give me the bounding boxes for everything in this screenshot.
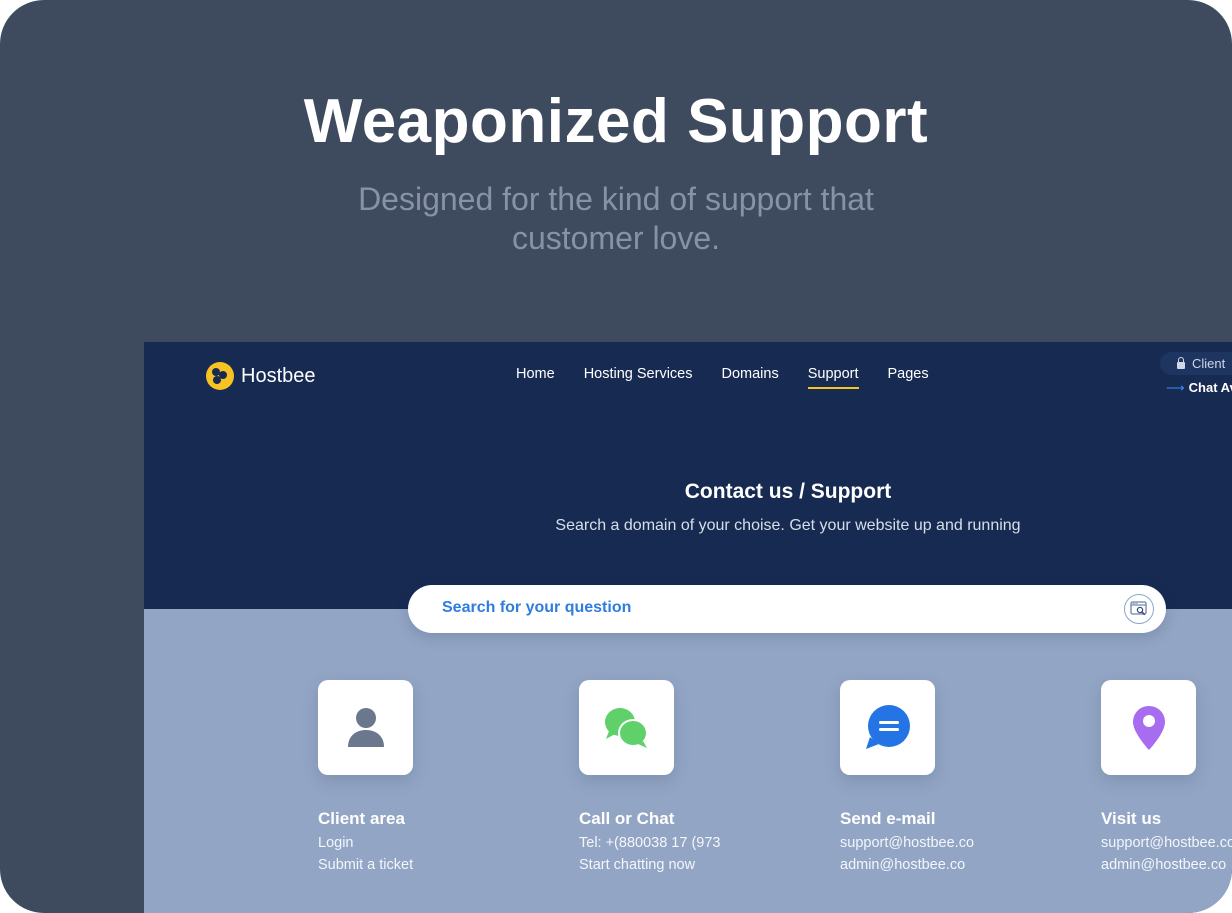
site-header: Hostbee Home Hosting Services Domains Su… xyxy=(144,342,1232,609)
search-browser-icon xyxy=(1130,601,1147,616)
page-subtitle: Search a domain of your choise. Get your… xyxy=(555,517,1021,534)
admin-email-link[interactable]: admin@hostbee.co xyxy=(840,857,974,873)
nav-pages[interactable]: Pages xyxy=(888,366,929,382)
nav-hosting-services[interactable]: Hosting Services xyxy=(584,366,693,382)
card-tile[interactable] xyxy=(1101,680,1196,775)
arrow-right-icon: ⟶ xyxy=(1166,380,1185,395)
location-pin-icon xyxy=(1132,705,1165,750)
search-placeholder: Search for your question xyxy=(442,599,632,616)
card-visit-us[interactable]: Visit us support@hostbee.co admin@hostbe… xyxy=(1101,680,1232,873)
support-email-link[interactable]: support@hostbee.co xyxy=(840,835,974,851)
submit-ticket-link[interactable]: Submit a ticket xyxy=(318,857,413,873)
card-title: Send e-mail xyxy=(840,809,936,828)
client-login-button[interactable]: Client xyxy=(1160,352,1232,375)
client-login-label: Client xyxy=(1192,356,1226,371)
card-title: Visit us xyxy=(1101,809,1162,828)
start-chat-link[interactable]: Start chatting now xyxy=(579,857,720,873)
login-link[interactable]: Login xyxy=(318,835,413,851)
chat-icon xyxy=(604,707,648,748)
card-tile[interactable] xyxy=(840,680,935,775)
card-tile[interactable] xyxy=(318,680,413,775)
card-title: Client area xyxy=(318,809,405,828)
nav-domains[interactable]: Domains xyxy=(721,366,778,382)
promo-frame: Weaponized Support Designed for the kind… xyxy=(0,0,1232,913)
card-client-area[interactable]: Client area Login Submit a ticket xyxy=(318,680,413,873)
lock-icon xyxy=(1177,357,1185,369)
search-input[interactable]: Search for your question xyxy=(408,585,1166,633)
admin-email-link[interactable]: admin@hostbee.co xyxy=(1101,857,1232,873)
nav-home[interactable]: Home xyxy=(516,366,555,382)
email-icon xyxy=(865,704,910,749)
phone-number[interactable]: Tel: +(880038 17 (973 xyxy=(579,835,720,851)
hostbee-logo-icon xyxy=(206,362,234,390)
main-nav: Home Hosting Services Domains Support Pa… xyxy=(516,366,958,389)
brand-logo[interactable]: Hostbee xyxy=(206,361,316,391)
card-send-email[interactable]: Send e-mail support@hostbee.co admin@hos… xyxy=(840,680,974,873)
nav-support[interactable]: Support xyxy=(807,366,859,389)
support-email-link[interactable]: support@hostbee.co xyxy=(1101,835,1232,851)
promo-subtitle: Designed for the kind of support that cu… xyxy=(358,181,874,256)
card-title: Call or Chat xyxy=(579,809,675,828)
website-screenshot: Hostbee Home Hosting Services Domains Su… xyxy=(144,342,1232,913)
chat-status-label: Chat Av xyxy=(1188,380,1232,395)
page-title: Contact us / Support xyxy=(684,480,892,503)
chat-available-link[interactable]: ⟶ Chat Av xyxy=(1166,380,1232,396)
search-button[interactable] xyxy=(1124,594,1154,624)
user-icon xyxy=(347,707,384,747)
promo-title: Weaponized Support xyxy=(303,87,929,156)
card-call-or-chat[interactable]: Call or Chat Tel: +(880038 17 (973 Start… xyxy=(579,680,720,873)
brand-name: Hostbee xyxy=(241,364,316,387)
card-tile[interactable] xyxy=(579,680,674,775)
